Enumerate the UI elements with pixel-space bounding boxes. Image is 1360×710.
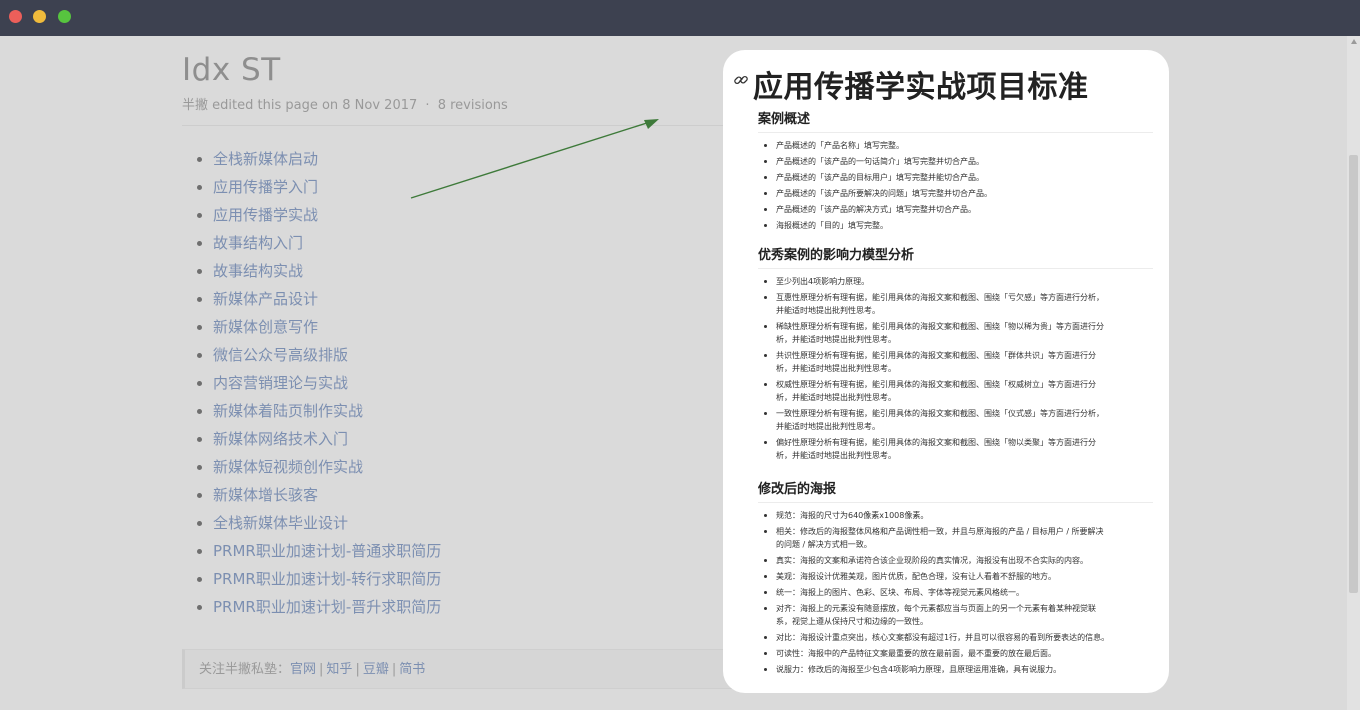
zoom-window-button[interactable] [58, 10, 71, 23]
scrollbar-thumb[interactable] [1349, 155, 1358, 593]
close-window-button[interactable] [9, 10, 22, 23]
criteria-item: 统一：海报上的图片、色彩、区块、布局、字体等视觉元素风格统一。 [758, 586, 1153, 599]
section-revised-poster: 修改后的海报 规范：海报的尺寸为640像素x1008像素。 相关：修改后的海报整… [758, 480, 1153, 679]
criteria-item: 稀缺性原理分析有理有据，能引用具体的海报文案和截图、围绕「物以稀为贵」等方面进行… [758, 320, 1153, 346]
footer-link-jianshu[interactable]: 简书 [399, 662, 425, 677]
wiki-link[interactable]: PRMR职业加速计划-晋升求职简历 [182, 594, 441, 622]
section-heading: 修改后的海报 [758, 480, 1153, 503]
card-title: 应用传播学实战项目标准 [753, 70, 1089, 105]
criteria-item: 偏好性原理分析有理有据，能引用具体的海报文案和截图、围绕「物以类聚」等方面进行分… [758, 436, 1153, 462]
wiki-link[interactable]: 新媒体增长骇客 [182, 482, 441, 510]
section-influence-model: 优秀案例的影响力模型分析 至少列出4项影响力原理。 互惠性原理分析有理有据，能引… [758, 246, 1153, 465]
link-icon[interactable] [733, 72, 749, 88]
criteria-item: 对齐：海报上的元素没有随意摆放，每个元素都应当与页面上的另一个元素有着某种视觉联… [758, 602, 1153, 628]
footer-pipe: | [355, 662, 360, 677]
wiki-link[interactable]: 新媒体产品设计 [182, 286, 441, 314]
page-meta: 半撇 edited this page on 8 Nov 2017 · 8 re… [182, 94, 508, 113]
criteria-list: 至少列出4项影响力原理。 互惠性原理分析有理有据，能引用具体的海报文案和截图、围… [758, 275, 1153, 462]
wiki-link[interactable]: 微信公众号高级排版 [182, 342, 441, 370]
wiki-link[interactable]: 新媒体创意写作 [182, 314, 441, 342]
meta-revisions[interactable]: 8 revisions [438, 98, 508, 113]
meta-text: edited this page on 8 Nov 2017 [212, 98, 418, 113]
footer-link-douban[interactable]: 豆瓣 [363, 662, 389, 677]
wiki-link[interactable]: 应用传播学实战 [182, 202, 441, 230]
criteria-item: 美观：海报设计优雅美观，图片优质，配色合理，没有让人看着不舒服的地方。 [758, 570, 1153, 583]
criteria-item: 一致性原理分析有理有据，能引用具体的海报文案和截图、围绕「仪式感」等方面进行分析… [758, 407, 1153, 433]
section-heading: 案例概述 [758, 110, 1153, 133]
wiki-link[interactable]: PRMR职业加速计划-普通求职简历 [182, 538, 441, 566]
follow-footer: 关注半撇私塾：官网 | 知乎 | 豆瓣 | 简书 [182, 649, 734, 689]
criteria-item: 产品概述的「该产品所要解决的问题」填写完整并切合产品。 [758, 187, 1153, 200]
meta-author[interactable]: 半撇 [182, 98, 208, 113]
criteria-list: 规范：海报的尺寸为640像素x1008像素。 相关：修改后的海报整体风格和产品调… [758, 509, 1153, 676]
scroll-up-arrow-icon[interactable] [1350, 38, 1358, 46]
criteria-item: 对比：海报设计重点突出，核心文案都没有超过1行，并且可以很容易的看到所要表达的信… [758, 631, 1153, 644]
wiki-link[interactable]: 新媒体短视频创作实战 [182, 454, 441, 482]
criteria-item: 真实：海报的文案和承诺符合该企业现阶段的真实情况，海报没有出现不合实际的内容。 [758, 554, 1153, 567]
criteria-item: 至少列出4项影响力原理。 [758, 275, 1153, 288]
meta-separator: · [425, 98, 430, 113]
divider [182, 125, 742, 126]
footer-pipe: | [391, 662, 397, 677]
wiki-link[interactable]: 故事结构入门 [182, 230, 441, 258]
criteria-item: 可读性：海报中的产品特征文案最重要的放在最前面，最不重要的放在最后面。 [758, 647, 1153, 660]
criteria-item: 产品概述的「该产品的目标用户」填写完整并能切合产品。 [758, 171, 1153, 184]
footer-pipe: | [319, 662, 324, 677]
wiki-link[interactable]: 内容营销理论与实战 [182, 370, 441, 398]
criteria-list: 产品概述的「产品名称」填写完整。 产品概述的「该产品的一句话简介」填写完整并切合… [758, 139, 1153, 232]
criteria-item: 产品概述的「该产品的一句话简介」填写完整并切合产品。 [758, 155, 1153, 168]
wiki-link[interactable]: PRMR职业加速计划-转行求职简历 [182, 566, 441, 594]
wiki-link[interactable]: 新媒体着陆页制作实战 [182, 398, 441, 426]
criteria-item: 相关：修改后的海报整体风格和产品调性相一致，并且与原海报的产品 / 目标用户 /… [758, 525, 1153, 551]
footer-prefix: 关注半撇私塾： [199, 662, 291, 677]
wiki-link[interactable]: 全栈新媒体毕业设计 [182, 510, 441, 538]
criteria-item: 说服力：修改后的海报至少包含4项影响力原理，且原理运用准确，具有说服力。 [758, 663, 1153, 676]
criteria-item: 产品概述的「产品名称」填写完整。 [758, 139, 1153, 152]
wiki-link[interactable]: 全栈新媒体启动 [182, 146, 441, 174]
criteria-item: 权威性原理分析有理有据，能引用具体的海报文案和截图、围绕「权威树立」等方面进行分… [758, 378, 1153, 404]
criteria-item: 共识性原理分析有理有据，能引用具体的海报文案和截图、围绕「群体共识」等方面进行分… [758, 349, 1153, 375]
project-standard-card: 应用传播学实战项目标准 案例概述 产品概述的「产品名称」填写完整。 产品概述的「… [723, 50, 1169, 693]
criteria-item: 规范：海报的尺寸为640像素x1008像素。 [758, 509, 1153, 522]
section-heading: 优秀案例的影响力模型分析 [758, 246, 1153, 269]
section-case-overview: 案例概述 产品概述的「产品名称」填写完整。 产品概述的「该产品的一句话简介」填写… [758, 110, 1153, 235]
minimize-window-button[interactable] [33, 10, 46, 23]
page-title: Idx ST [182, 52, 281, 88]
criteria-item: 互惠性原理分析有理有据，能引用具体的海报文案和截图、围绕「亏欠感」等方面进行分析… [758, 291, 1153, 317]
window-titlebar [0, 0, 1360, 36]
criteria-item: 产品概述的「该产品的解决方式」填写完整并切合产品。 [758, 203, 1153, 216]
footer-link-zhihu[interactable]: 知乎 [326, 662, 352, 677]
wiki-link[interactable]: 新媒体网络技术入门 [182, 426, 441, 454]
wiki-link-list: 全栈新媒体启动 应用传播学入门 应用传播学实战 故事结构入门 故事结构实战 新媒… [182, 146, 441, 622]
criteria-item: 海报概述的「目的」填写完整。 [758, 219, 1153, 232]
wiki-link[interactable]: 应用传播学入门 [182, 174, 441, 202]
wiki-link[interactable]: 故事结构实战 [182, 258, 441, 286]
footer-link-website[interactable]: 官网 [290, 662, 316, 677]
